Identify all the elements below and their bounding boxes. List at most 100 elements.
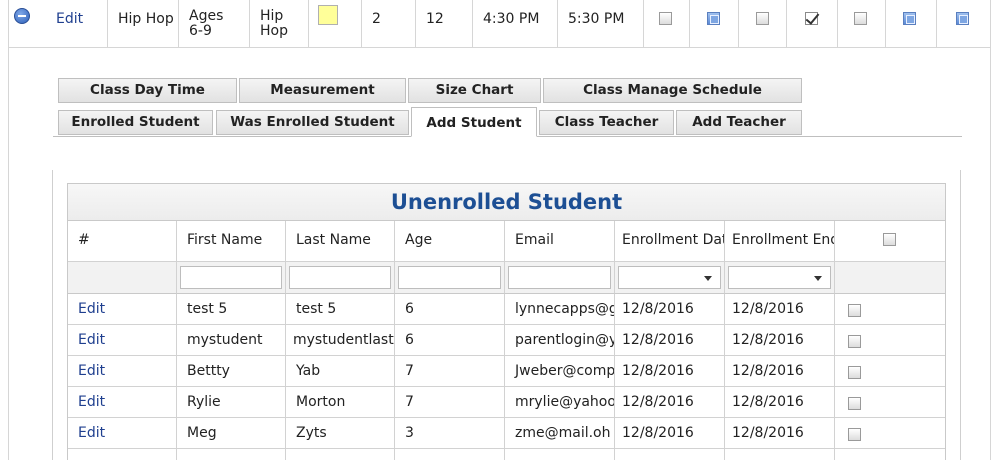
- age-cell: 6: [395, 294, 505, 325]
- age-group-cell: Ages 6-9: [178, 0, 249, 47]
- filter-age-input[interactable]: [398, 266, 501, 289]
- tab-class-day-time[interactable]: Class Day Time: [58, 78, 237, 103]
- enrollment-date-cell: 12/8/2016: [615, 418, 725, 449]
- enrollment-date-cell: 12/8/2016: [615, 356, 725, 387]
- class-row: Edit Hip Hop Ages 6-9 Hip Hop 2 12 4:30 …: [9, 0, 990, 48]
- flag-cell-7: [936, 0, 990, 47]
- first-name-cell: [177, 449, 286, 460]
- email-cell: parentlogin@ya: [505, 325, 615, 356]
- tab-measurement[interactable]: Measurement: [239, 78, 406, 103]
- row-select-checkbox[interactable]: [848, 304, 861, 317]
- filter-enrollment-end-select[interactable]: [728, 266, 831, 289]
- class-name: Hip Hop: [118, 11, 174, 27]
- class-value-2: 12: [426, 11, 444, 27]
- frame-right-border: [990, 0, 991, 460]
- row-edit-link[interactable]: Edit: [78, 394, 105, 410]
- filter-cell-email: [505, 262, 615, 294]
- select-cell: [835, 387, 945, 418]
- email-cell: lynnecapps@gr: [505, 294, 615, 325]
- color-cell: [308, 0, 361, 47]
- class-value-1: 2: [372, 11, 381, 27]
- tab-class-manage-schedule[interactable]: Class Manage Schedule: [543, 78, 802, 103]
- email-cell: Jweber@compu: [505, 356, 615, 387]
- email-cell: mrylie@yahoo.: [505, 387, 615, 418]
- flag-checkbox-3[interactable]: [756, 12, 769, 25]
- filter-email-input[interactable]: [508, 266, 611, 289]
- flag-checkbox-1[interactable]: [659, 12, 672, 25]
- enrollment-date-cell: 12/8/2016: [615, 387, 725, 418]
- value2-cell: 12: [415, 0, 472, 47]
- filter-enrollment-date-select[interactable]: [618, 266, 721, 289]
- class-edit-cell: Edit: [46, 0, 107, 47]
- frame-left-border: [8, 0, 9, 460]
- flag-checkbox-5[interactable]: [854, 12, 867, 25]
- column-header-enrollment-date[interactable]: Enrollment Dat: [615, 221, 725, 262]
- last-name-cell: Yab: [286, 356, 395, 387]
- row-action-cell: Edit: [68, 387, 177, 418]
- panel-left-border: [52, 170, 53, 460]
- tab-class-teacher[interactable]: Class Teacher: [539, 110, 674, 135]
- filter-cell-enrollment-date: [615, 262, 725, 294]
- grid-title: Unenrolled Student: [68, 184, 945, 221]
- email-cell: zme@mail.oh: [505, 418, 615, 449]
- class-edit-link[interactable]: Edit: [56, 11, 83, 27]
- last-name-cell: test 5: [286, 294, 395, 325]
- last-name-cell: Zyts: [286, 418, 395, 449]
- last-name-cell: mystudentlast: [286, 325, 395, 356]
- filter-cell-enrollment-end: [725, 262, 835, 294]
- flag-checkbox-6[interactable]: [903, 12, 916, 25]
- row-select-checkbox[interactable]: [848, 397, 861, 410]
- flag-cell-2: [689, 0, 738, 47]
- row-action-cell: Edit: [68, 294, 177, 325]
- row-edit-link[interactable]: Edit: [78, 332, 105, 348]
- flag-cell-5: [837, 0, 885, 47]
- first-name-cell: test 5: [177, 294, 286, 325]
- first-name-cell: Meg: [177, 418, 286, 449]
- column-header-first-name[interactable]: First Name: [177, 221, 286, 262]
- collapse-icon[interactable]: [14, 8, 30, 24]
- enrollment-date-cell: [615, 449, 725, 460]
- column-header-enrollment-end[interactable]: Enrollment End: [725, 221, 835, 262]
- filter-first-name-input[interactable]: [180, 266, 282, 289]
- row-select-checkbox[interactable]: [848, 335, 861, 348]
- column-header-email[interactable]: Email: [505, 221, 615, 262]
- column-header-number[interactable]: #: [68, 221, 177, 262]
- select-cell: [835, 294, 945, 325]
- column-header-age[interactable]: Age: [395, 221, 505, 262]
- flag-checkbox-2[interactable]: [707, 12, 720, 25]
- select-cell: [835, 325, 945, 356]
- row-edit-link[interactable]: Edit: [78, 301, 105, 317]
- enrollment-end-cell: 12/8/2016: [725, 387, 835, 418]
- tab-add-teacher[interactable]: Add Teacher: [676, 110, 802, 135]
- age-cell: 3: [395, 418, 505, 449]
- row-action-cell: Edit: [68, 418, 177, 449]
- tab-add-student[interactable]: Add Student: [411, 107, 537, 137]
- row-select-checkbox[interactable]: [848, 366, 861, 379]
- age-cell: 7: [395, 356, 505, 387]
- row-select-checkbox[interactable]: [848, 428, 861, 441]
- enrollment-date-cell: 12/8/2016: [615, 325, 725, 356]
- filter-cell-number: [68, 262, 177, 294]
- enrollment-end-cell: 12/8/2016: [725, 294, 835, 325]
- class-name-cell: Hip Hop: [107, 0, 178, 47]
- flag-cell-1: [643, 0, 689, 47]
- tab-size-chart[interactable]: Size Chart: [408, 78, 541, 103]
- enrollment-end-cell: 12/8/2016: [725, 356, 835, 387]
- age-cell: 7: [395, 387, 505, 418]
- column-header-last-name[interactable]: Last Name: [286, 221, 395, 262]
- filter-cell-first-name: [177, 262, 286, 294]
- flag-checkbox-4[interactable]: [805, 12, 818, 25]
- unenrolled-student-grid: Unenrolled Student # First Name Last Nam…: [67, 183, 946, 460]
- flag-checkbox-7[interactable]: [956, 12, 969, 25]
- age-group: Ages 6-9: [189, 8, 224, 39]
- filter-last-name-input[interactable]: [289, 266, 391, 289]
- tab-was-enrolled-student[interactable]: Was Enrolled Student: [216, 110, 409, 135]
- select-all-checkbox[interactable]: [883, 233, 896, 246]
- style-cell: Hip Hop: [249, 0, 308, 47]
- row-edit-link[interactable]: Edit: [78, 425, 105, 441]
- class-style: Hip Hop: [260, 8, 288, 39]
- tab-enrolled-student[interactable]: Enrolled Student: [58, 110, 213, 135]
- row-edit-link[interactable]: Edit: [78, 363, 105, 379]
- select-cell: [835, 418, 945, 449]
- end-time-cell: 5:30 PM: [557, 0, 643, 47]
